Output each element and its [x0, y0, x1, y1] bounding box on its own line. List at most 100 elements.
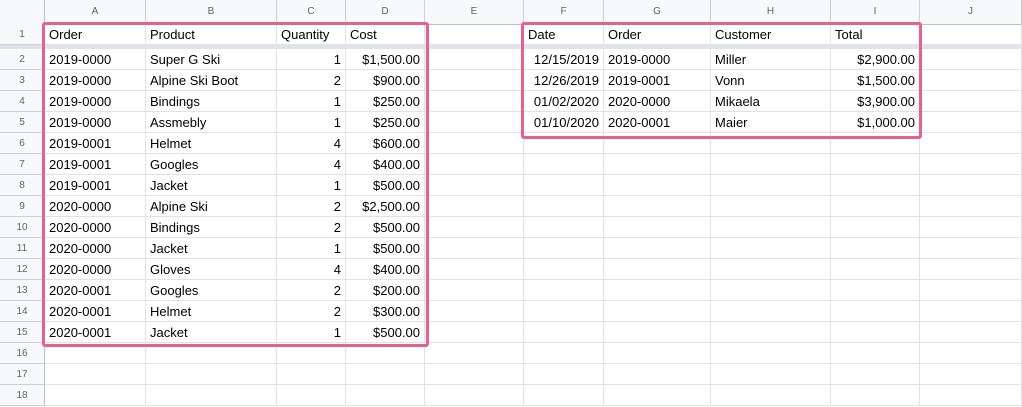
cell-b10[interactable]: Bindings [146, 217, 277, 238]
cell-a6[interactable]: 2019-0001 [45, 133, 146, 154]
cell-j3[interactable] [920, 70, 1022, 91]
cell-a1[interactable]: Order [45, 24, 146, 45]
cell-h3[interactable]: Vonn [711, 70, 831, 91]
cell-d12[interactable]: $400.00 [346, 259, 425, 280]
row-header-18[interactable]: 18 [0, 385, 45, 406]
cell-b8[interactable]: Jacket [146, 175, 277, 196]
cell-a4[interactable]: 2019-0000 [45, 91, 146, 112]
row-header-2[interactable]: 2 [0, 49, 45, 70]
cell-a13[interactable]: 2020-0001 [45, 280, 146, 301]
cell-c4[interactable]: 1 [277, 91, 346, 112]
cell-j1[interactable] [920, 24, 1022, 45]
cell-h8[interactable] [711, 175, 831, 196]
cell-c9[interactable]: 2 [277, 196, 346, 217]
cell-a10[interactable]: 2020-0000 [45, 217, 146, 238]
cell-d17[interactable] [346, 364, 425, 385]
column-header-h[interactable]: H [711, 0, 831, 24]
cell-e4[interactable] [425, 91, 524, 112]
column-header-g[interactable]: G [604, 0, 711, 24]
cell-a8[interactable]: 2019-0001 [45, 175, 146, 196]
cell-j12[interactable] [920, 259, 1022, 280]
cell-g4[interactable]: 2020-0000 [604, 91, 711, 112]
column-header-a[interactable]: A [45, 0, 146, 24]
cell-e14[interactable] [425, 301, 524, 322]
cell-f15[interactable] [524, 322, 604, 343]
cell-d8[interactable]: $500.00 [346, 175, 425, 196]
cell-h10[interactable] [711, 217, 831, 238]
cell-g17[interactable] [604, 364, 711, 385]
cell-d9[interactable]: $2,500.00 [346, 196, 425, 217]
cell-f3[interactable]: 12/26/2019 [524, 70, 604, 91]
cell-g11[interactable] [604, 238, 711, 259]
cell-g14[interactable] [604, 301, 711, 322]
cell-g7[interactable] [604, 154, 711, 175]
cell-d4[interactable]: $250.00 [346, 91, 425, 112]
cell-f5[interactable]: 01/10/2020 [524, 112, 604, 133]
cell-d18[interactable] [346, 385, 425, 406]
cell-j11[interactable] [920, 238, 1022, 259]
cell-a11[interactable]: 2020-0000 [45, 238, 146, 259]
cell-c7[interactable]: 4 [277, 154, 346, 175]
row-header-14[interactable]: 14 [0, 301, 45, 322]
cell-e17[interactable] [425, 364, 524, 385]
cell-b6[interactable]: Helmet [146, 133, 277, 154]
cell-i14[interactable] [831, 301, 920, 322]
cell-g9[interactable] [604, 196, 711, 217]
cell-a7[interactable]: 2019-0001 [45, 154, 146, 175]
cell-j17[interactable] [920, 364, 1022, 385]
cell-g5[interactable]: 2020-0001 [604, 112, 711, 133]
row-header-7[interactable]: 7 [0, 154, 45, 175]
cell-d7[interactable]: $400.00 [346, 154, 425, 175]
cell-g1[interactable]: Order [604, 24, 711, 45]
cell-e3[interactable] [425, 70, 524, 91]
cell-e9[interactable] [425, 196, 524, 217]
row-header-11[interactable]: 11 [0, 238, 45, 259]
cell-a16[interactable] [45, 343, 146, 364]
cell-j6[interactable] [920, 133, 1022, 154]
cell-g13[interactable] [604, 280, 711, 301]
cell-e5[interactable] [425, 112, 524, 133]
cell-a14[interactable]: 2020-0001 [45, 301, 146, 322]
cell-b14[interactable]: Helmet [146, 301, 277, 322]
row-header-17[interactable]: 17 [0, 364, 45, 385]
cell-f6[interactable] [524, 133, 604, 154]
cell-j16[interactable] [920, 343, 1022, 364]
row-header-13[interactable]: 13 [0, 280, 45, 301]
cell-j15[interactable] [920, 322, 1022, 343]
row-header-4[interactable]: 4 [0, 91, 45, 112]
cell-e1[interactable] [425, 24, 524, 45]
row-header-15[interactable]: 15 [0, 322, 45, 343]
cell-j4[interactable] [920, 91, 1022, 112]
cell-h9[interactable] [711, 196, 831, 217]
cell-e10[interactable] [425, 217, 524, 238]
cell-c2[interactable]: 1 [277, 49, 346, 70]
cell-d6[interactable]: $600.00 [346, 133, 425, 154]
cell-i3[interactable]: $1,500.00 [831, 70, 920, 91]
cell-d2[interactable]: $1,500.00 [346, 49, 425, 70]
cell-e2[interactable] [425, 49, 524, 70]
row-header-3[interactable]: 3 [0, 70, 45, 91]
cell-d13[interactable]: $200.00 [346, 280, 425, 301]
cell-c1[interactable]: Quantity [277, 24, 346, 45]
cell-g16[interactable] [604, 343, 711, 364]
column-header-d[interactable]: D [346, 0, 425, 24]
cell-h12[interactable] [711, 259, 831, 280]
cell-g10[interactable] [604, 217, 711, 238]
cell-b2[interactable]: Super G Ski [146, 49, 277, 70]
cell-h15[interactable] [711, 322, 831, 343]
cell-b18[interactable] [146, 385, 277, 406]
cell-i9[interactable] [831, 196, 920, 217]
row-header-16[interactable]: 16 [0, 343, 45, 364]
cell-j18[interactable] [920, 385, 1022, 406]
cell-f17[interactable] [524, 364, 604, 385]
cell-e8[interactable] [425, 175, 524, 196]
cell-f11[interactable] [524, 238, 604, 259]
cell-f18[interactable] [524, 385, 604, 406]
cell-e12[interactable] [425, 259, 524, 280]
cell-j14[interactable] [920, 301, 1022, 322]
cell-b7[interactable]: Googles [146, 154, 277, 175]
cell-e15[interactable] [425, 322, 524, 343]
cell-a17[interactable] [45, 364, 146, 385]
cell-d15[interactable]: $500.00 [346, 322, 425, 343]
cell-h2[interactable]: Miller [711, 49, 831, 70]
